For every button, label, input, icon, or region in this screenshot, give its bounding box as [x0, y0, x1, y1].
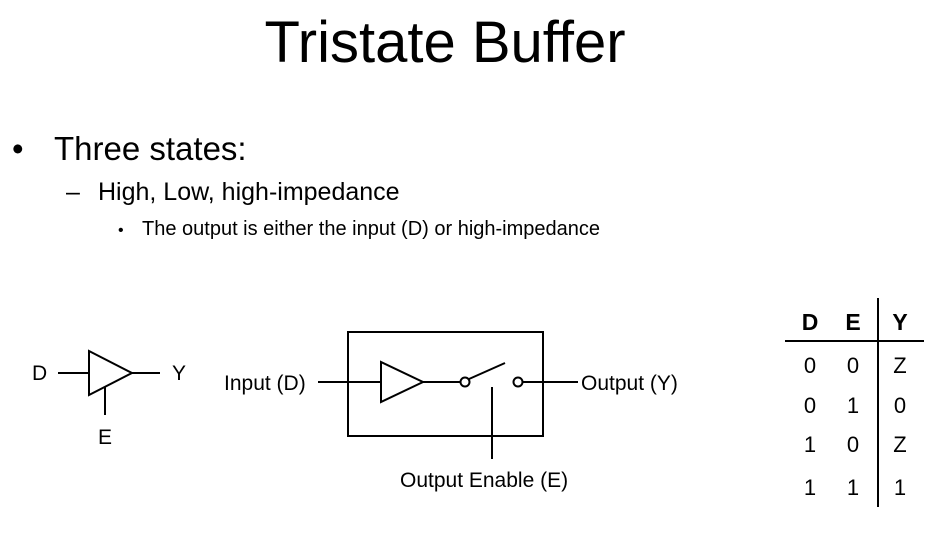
buffer-triangle-icon	[88, 349, 135, 397]
schematic-output-label: Output (Y)	[581, 372, 678, 395]
schematic-enable-label: Output Enable (E)	[400, 469, 568, 492]
truth-table-cell: 0	[804, 353, 816, 378]
truth-table-header: D	[802, 309, 819, 335]
truth-table-cell: 1	[804, 475, 816, 500]
truth-table: D E Y 0 0 Z 0 1 0 1 0 Z 1 1 1	[785, 298, 924, 507]
tristate-schematic	[318, 331, 578, 459]
tristate-symbol	[58, 349, 160, 415]
truth-table-cell: Z	[893, 432, 906, 457]
switch-left-contact-icon	[459, 376, 471, 388]
truth-table-cell: 0	[847, 432, 859, 457]
tristate-diagram: D Y E Input (D) Output (Y) Output Enable…	[32, 298, 924, 507]
truth-table-cell: Z	[893, 353, 906, 378]
truth-table-cell: 0	[894, 393, 906, 418]
symbol-output-label: Y	[172, 362, 186, 385]
truth-table-cell: 1	[894, 475, 906, 500]
truth-table-cell: 1	[847, 393, 859, 418]
truth-table-cell: 0	[804, 393, 816, 418]
truth-table-header: E	[845, 309, 860, 335]
truth-table-cell: 1	[804, 432, 816, 457]
schematic-buffer-triangle-icon	[380, 360, 426, 404]
symbol-input-label: D	[32, 362, 47, 385]
switch-right-contact-icon	[512, 376, 524, 388]
truth-table-cell: 0	[847, 353, 859, 378]
switch-lever-icon	[468, 362, 506, 380]
truth-table-header: Y	[892, 309, 907, 335]
symbol-enable-label: E	[98, 426, 112, 449]
truth-table-cell: 1	[847, 475, 859, 500]
schematic-input-label: Input (D)	[224, 372, 306, 395]
